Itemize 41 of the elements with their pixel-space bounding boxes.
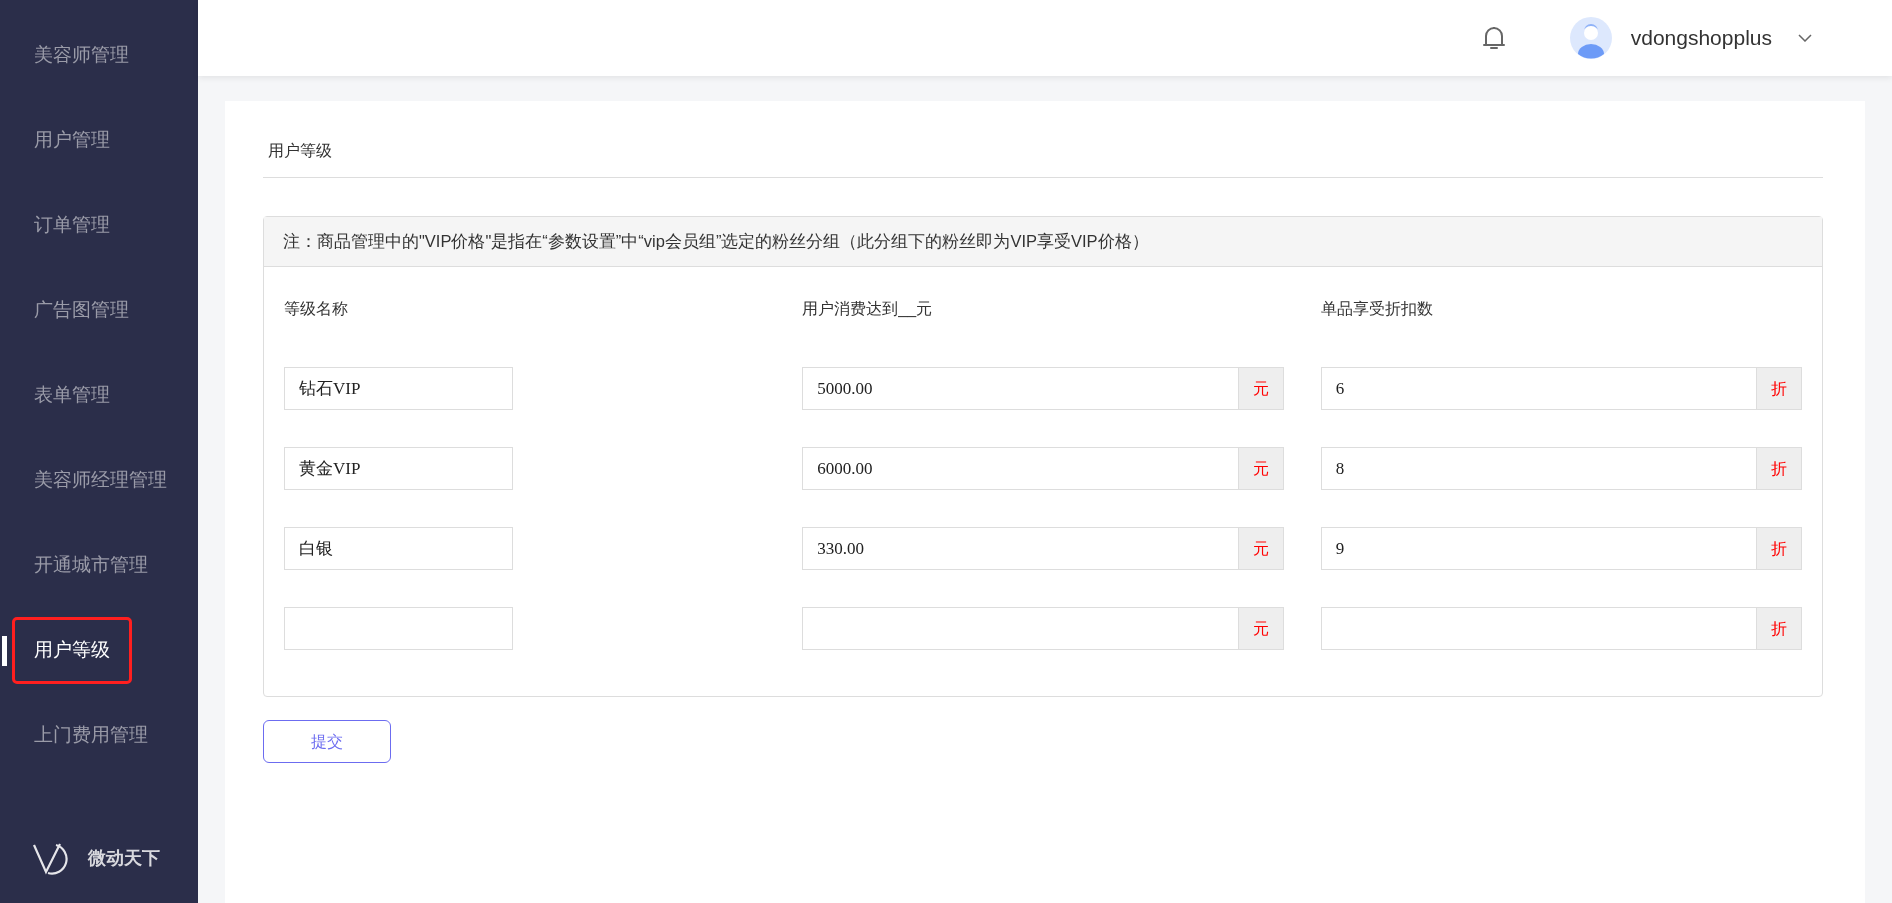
sidebar-item[interactable]: 表单管理: [12, 362, 132, 429]
unit-addon: 元: [1238, 607, 1284, 650]
unit-addon: 元: [1238, 367, 1284, 410]
discount-field[interactable]: 9: [1320, 527, 1757, 570]
unit-addon: 折: [1757, 447, 1802, 490]
sidebar-item[interactable]: 美容师管理: [12, 22, 151, 89]
sidebar-item[interactable]: 上门费用管理: [12, 702, 170, 769]
sidebar-item[interactable]: 用户管理: [12, 107, 132, 174]
logo-icon: [32, 841, 70, 875]
sidebar-item[interactable]: 用户等级: [12, 617, 132, 684]
level-name-field[interactable]: [284, 607, 513, 650]
unit-addon: 元: [1238, 527, 1284, 570]
sidebar-item[interactable]: 广告图管理: [12, 277, 151, 344]
level-name-field[interactable]: 白银: [284, 527, 513, 570]
avatar-icon[interactable]: [1569, 17, 1612, 59]
bell-icon[interactable]: [1481, 25, 1506, 51]
unit-addon: 折: [1757, 367, 1802, 410]
column-label: 单品享受折扣数: [1320, 300, 1433, 317]
sidebar-item[interactable]: 订单管理: [12, 192, 132, 259]
logo-text: 微动天下: [88, 846, 160, 870]
unit-addon: 折: [1757, 527, 1802, 570]
sidebar-item[interactable]: 开通城市管理: [12, 532, 170, 599]
page-title: 用户等级: [267, 142, 332, 159]
discount-field[interactable]: 8: [1320, 447, 1757, 490]
submit-button[interactable]: 提交: [263, 720, 391, 763]
amount-field[interactable]: 330.00: [802, 527, 1239, 570]
discount-field[interactable]: [1320, 607, 1757, 650]
level-name-field[interactable]: 黄金VIP: [284, 447, 513, 490]
unit-addon: 折: [1757, 607, 1802, 650]
chevron-down-icon[interactable]: [1798, 34, 1812, 42]
unit-addon: 元: [1238, 447, 1284, 490]
amount-field[interactable]: 6000.00: [802, 447, 1239, 490]
level-name-field[interactable]: 钻石VIP: [284, 367, 513, 410]
username[interactable]: vdongshopplus: [1630, 22, 1772, 54]
sidebar-item[interactable]: 美容师经理管理: [12, 447, 189, 514]
amount-field[interactable]: 5000.00: [802, 367, 1239, 410]
column-label: 用户消费达到__元: [802, 300, 933, 317]
discount-field[interactable]: 6: [1320, 367, 1757, 410]
note-text: 注：商品管理中的"VIP价格"是指在“参数设置”中“vip会员组”选定的粉丝分组（此分组下的粉丝即为VIP享受VIP价格）: [283, 231, 1149, 253]
amount-field[interactable]: [802, 607, 1239, 650]
column-label: 等级名称: [284, 300, 348, 317]
